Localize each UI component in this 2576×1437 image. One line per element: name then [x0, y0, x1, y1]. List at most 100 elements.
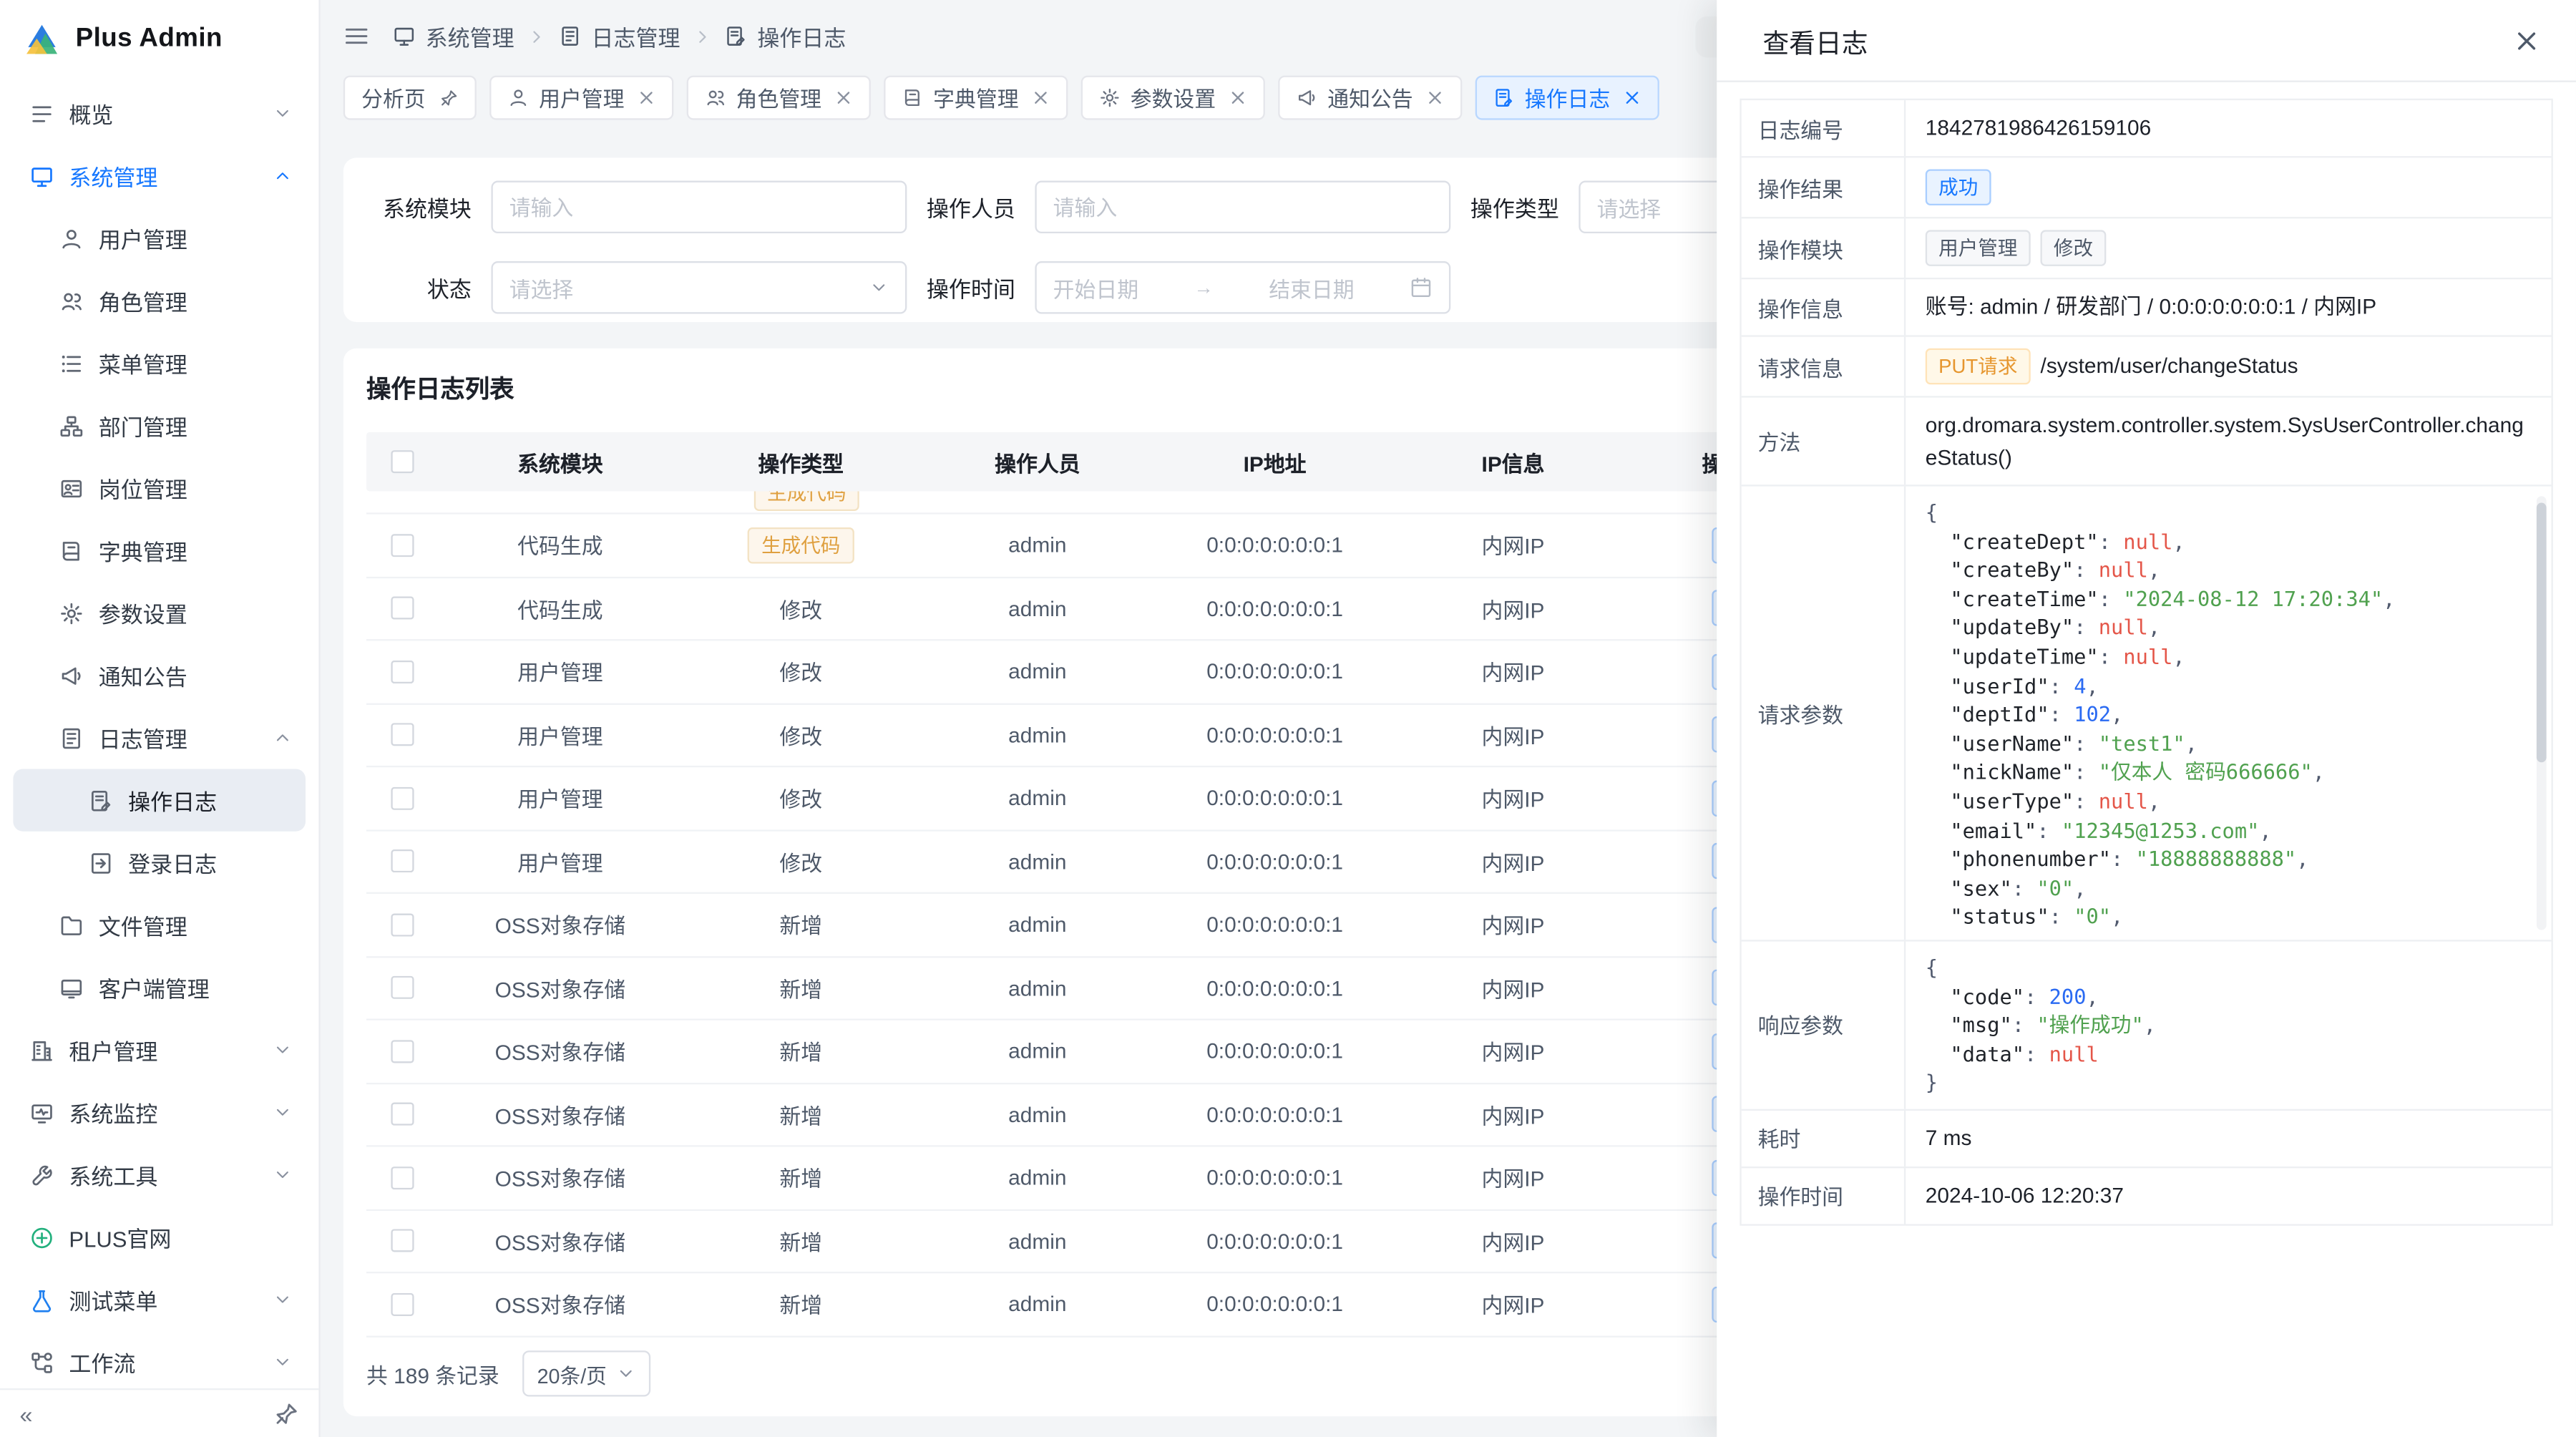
ip-cell: 0:0:0:0:0:0:0:1	[1155, 532, 1395, 557]
sidebar-item-label: 系统监控	[69, 1096, 258, 1129]
module-cell: 用户管理	[439, 656, 682, 688]
status-select[interactable]: 请选择	[491, 261, 907, 313]
notice-icon	[1297, 87, 1318, 109]
status-filter-label: 状态	[356, 271, 472, 304]
tab-role[interactable]: 角色管理	[687, 76, 871, 120]
operator-filter-input[interactable]	[1035, 181, 1450, 233]
sidebar-item-dict[interactable]: 字典管理	[13, 520, 306, 582]
sidebar-item-test-menu[interactable]: 测试菜单	[13, 1268, 306, 1330]
ip-info-cell: 内网IP	[1395, 909, 1631, 940]
sidebar-item-log-mgmt[interactable]: 日志管理	[13, 706, 306, 769]
sidebar-item-plus-site[interactable]: PLUS官网	[13, 1206, 306, 1268]
row-select-cell	[366, 660, 439, 683]
breadcrumb-item-log-mgmt[interactable]: 日志管理	[559, 20, 680, 53]
module-filter-input[interactable]	[491, 181, 907, 233]
row-checkbox[interactable]	[391, 724, 414, 746]
sidebar-item-file[interactable]: 文件管理	[13, 894, 306, 956]
chevron-down-icon	[273, 104, 293, 124]
row-checkbox[interactable]	[391, 976, 414, 999]
detail-value-cell: 2024-10-06 12:20:37	[1906, 1168, 2551, 1224]
row-checkbox[interactable]	[391, 913, 414, 936]
collapse-sidebar-button[interactable]: «	[20, 1401, 33, 1427]
tab-param[interactable]: 参数设置	[1081, 76, 1265, 120]
row-checkbox[interactable]	[391, 1040, 414, 1063]
json-code-block: { "createDept": null, "createBy": null, …	[1926, 498, 2532, 929]
sidebar-item-notice[interactable]: 通知公告	[13, 644, 306, 706]
detail-row-method: 方法org.dromara.system.controller.system.S…	[1742, 398, 2552, 487]
sidebar-item-login-log[interactable]: 登录日志	[13, 832, 306, 894]
row-checkbox[interactable]	[391, 1166, 414, 1189]
sidebar-item-param[interactable]: 参数设置	[13, 582, 306, 644]
tab-oper-log[interactable]: 操作日志	[1475, 76, 1659, 120]
sidebar-item-label: 系统工具	[69, 1159, 258, 1192]
app-logo[interactable]: Plus Admin	[0, 0, 318, 79]
operator-cell: admin	[920, 659, 1155, 683]
row-checkbox[interactable]	[391, 1103, 414, 1126]
date-range-picker[interactable]: 开始日期 → 结束日期	[1035, 261, 1450, 313]
sidebar-item-tenant[interactable]: 租户管理	[13, 1018, 306, 1081]
tab-label: 角色管理	[736, 82, 821, 114]
row-select-cell	[366, 850, 439, 873]
sidebar-item-label: 角色管理	[99, 284, 293, 317]
tab-close-icon[interactable]	[834, 89, 852, 107]
tab-close-icon[interactable]	[1624, 89, 1641, 107]
close-icon[interactable]	[2514, 27, 2540, 54]
tab-user[interactable]: 用户管理	[489, 76, 673, 120]
row-checkbox[interactable]	[391, 597, 414, 620]
operator-cell: admin	[920, 1102, 1155, 1126]
sidebar-item-overview[interactable]: 概览	[13, 82, 306, 145]
row-select-cell	[366, 1103, 439, 1126]
sidebar-item-system[interactable]: 系统管理	[13, 145, 306, 207]
sidebar-menu: 概览系统管理用户管理角色管理菜单管理部门管理岗位管理字典管理参数设置通知公告日志…	[0, 79, 318, 1388]
sidebar-toggle-button[interactable]	[343, 23, 370, 49]
select-all-checkbox[interactable]	[391, 450, 414, 473]
sidebar-item-label: 客户端管理	[99, 971, 293, 1004]
detail-value: 账号: admin / 研发部门 / 0:0:0:0:0:0:0:1 / 内网I…	[1926, 291, 2376, 323]
sidebar-item-workflow[interactable]: 工作流	[13, 1331, 306, 1388]
row-checkbox[interactable]	[391, 1229, 414, 1252]
json-code-block: { "code": 200, "msg": "操作成功", "data": nu…	[1926, 953, 2532, 1098]
row-select-cell	[366, 1229, 439, 1252]
sidebar-item-post[interactable]: 岗位管理	[13, 457, 306, 519]
file-icon	[59, 912, 84, 937]
sidebar-item-client[interactable]: 客户端管理	[13, 956, 306, 1018]
sidebar-item-tools[interactable]: 系统工具	[13, 1144, 306, 1206]
row-checkbox[interactable]	[391, 850, 414, 873]
sidebar-item-user[interactable]: 用户管理	[13, 207, 306, 269]
select-all-cell	[366, 450, 439, 473]
breadcrumb-item-system[interactable]: 系统管理	[393, 20, 514, 53]
sidebar-item-oper-log[interactable]: 操作日志	[13, 769, 306, 831]
breadcrumb-item-oper-log[interactable]: 操作日志	[724, 20, 846, 53]
row-select-cell	[366, 1292, 439, 1315]
chevron-right-icon	[527, 27, 545, 45]
tab-analysis[interactable]: 分析页	[343, 76, 477, 120]
chevron-up-icon	[273, 166, 293, 186]
scrollbar-thumb[interactable]	[2537, 503, 2547, 763]
tab-notice[interactable]: 通知公告	[1278, 76, 1462, 120]
role-icon	[705, 87, 726, 109]
tab-label: 分析页	[361, 82, 426, 114]
detail-label: 操作模块	[1742, 218, 1906, 278]
tab-close-icon[interactable]	[1229, 89, 1247, 107]
sidebar-item-dept[interactable]: 部门管理	[13, 394, 306, 457]
row-checkbox[interactable]	[391, 786, 414, 809]
detail-row-oper-time: 操作时间2024-10-06 12:20:37	[1742, 1168, 2552, 1224]
row-checkbox[interactable]	[391, 534, 414, 557]
module-cell: 用户管理	[439, 846, 682, 877]
ip-cell: 0:0:0:0:0:0:0:1	[1155, 975, 1395, 1000]
sidebar-item-monitor[interactable]: 系统监控	[13, 1081, 306, 1144]
row-checkbox[interactable]	[391, 1292, 414, 1315]
row-checkbox[interactable]	[391, 660, 414, 683]
operator-cell: admin	[920, 723, 1155, 747]
pin-sidebar-icon[interactable]	[273, 1401, 299, 1427]
tab-close-icon[interactable]	[1426, 89, 1444, 107]
ip-cell: 0:0:0:0:0:0:0:1	[1155, 912, 1395, 937]
tab-dict[interactable]: 字典管理	[884, 76, 1068, 120]
sidebar-item-menu[interactable]: 菜单管理	[13, 332, 306, 394]
sidebar-item-role[interactable]: 角色管理	[13, 270, 306, 332]
module-cell: OSS对象存储	[439, 1289, 682, 1320]
log-detail-table: 日志编号1842781986426159106操作结果成功操作模块用户管理修改操…	[1740, 99, 2552, 1226]
page-size-select[interactable]: 20条/页	[522, 1350, 651, 1396]
tab-close-icon[interactable]	[638, 89, 655, 107]
tab-close-icon[interactable]	[1032, 89, 1050, 107]
